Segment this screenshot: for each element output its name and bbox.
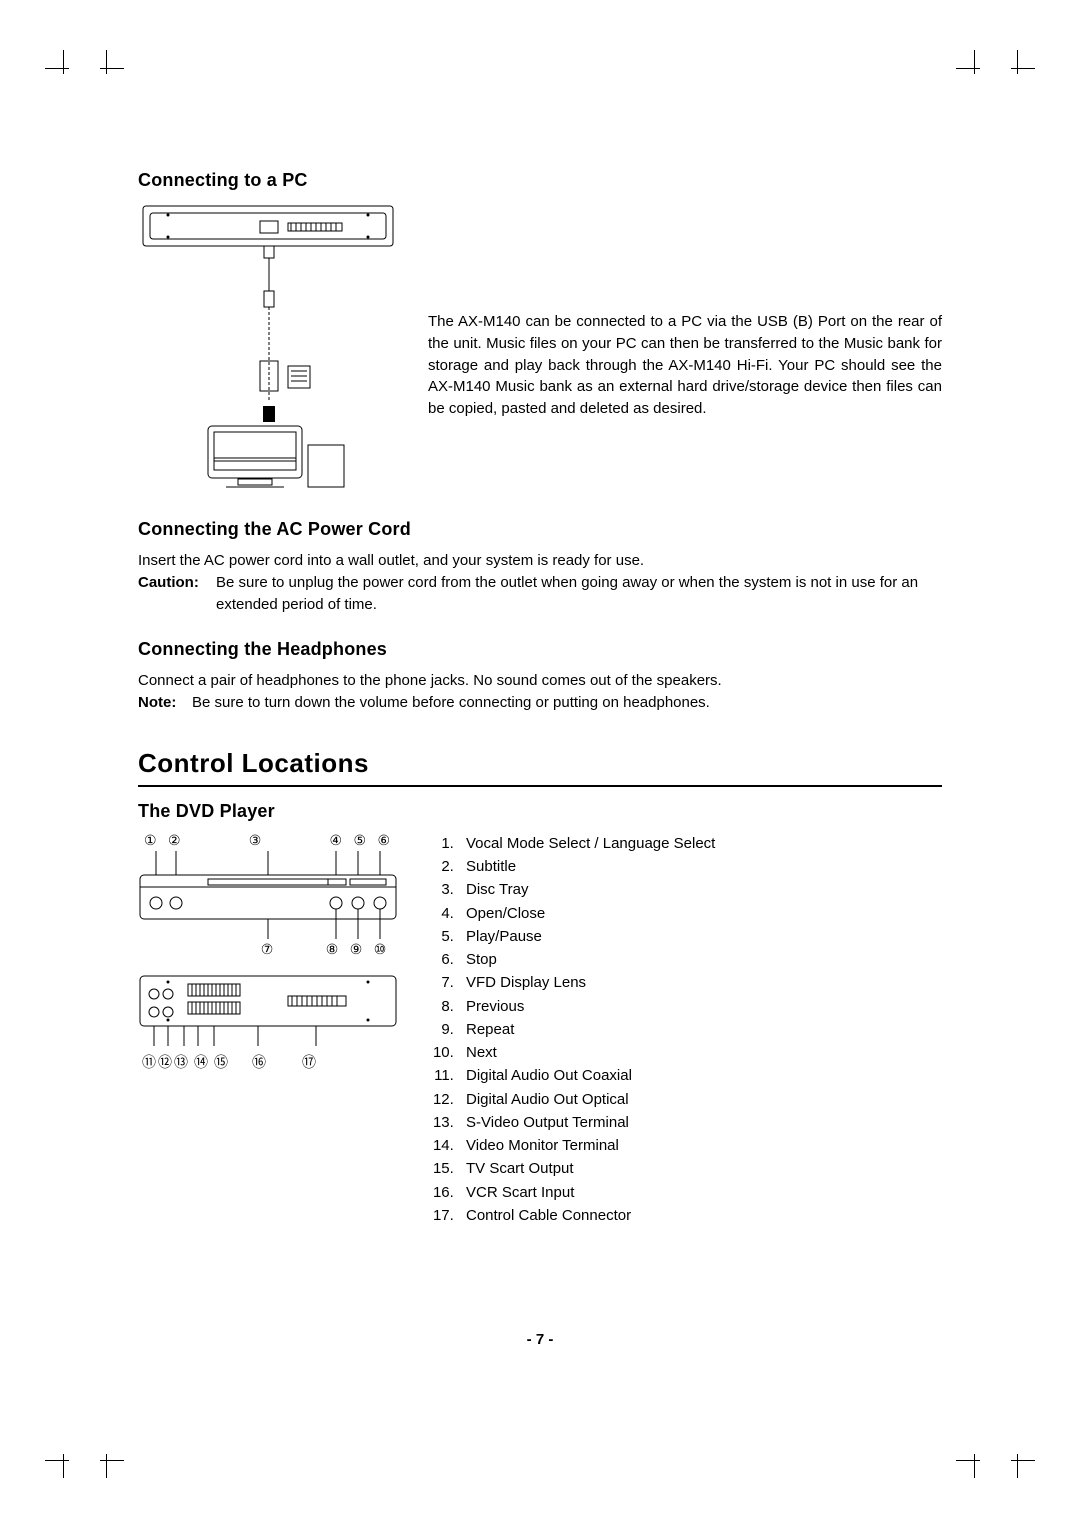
caution-body: Be sure to unplug the power cord from th… [216,572,942,616]
list-item: Vocal Mode Select / Language Select [458,832,942,855]
ac-line1: Insert the AC power cord into a wall out… [138,550,942,572]
page-number: - 7 - [0,1331,1080,1348]
callout-8: ⑧ [320,941,344,958]
note-body: Be sure to turn down the volume before c… [192,692,942,714]
callouts-mid-row: ⑦ ⑧ ⑨ ⑩ [138,941,398,972]
crop-mark [999,1442,1035,1478]
callouts-back-row: ⑪ ⑫ ⑬ ⑭ ⑮ ⑯ ⑰ [138,1052,398,1072]
heading-dvd-player: The DVD Player [138,801,942,822]
list-item: VFD Display Lens [458,971,942,994]
pc-description: The AX-M140 can be connected to a PC via… [428,201,942,420]
pc-connection-diagram [138,201,398,491]
list-item: Subtitle [458,855,942,878]
callout-13: ⑬ [174,1052,194,1072]
callout-2: ② [168,832,192,849]
page-content: Connecting to a PC [138,170,942,1227]
callout-4: ④ [320,832,344,849]
callout-6: ⑥ [368,832,392,849]
hp-note: Note: Be sure to turn down the volume be… [138,692,942,714]
manual-page: Connecting to a PC [0,0,1080,1528]
list-item: S-Video Output Terminal [458,1111,942,1134]
heading-ac-cord: Connecting the AC Power Cord [138,519,942,540]
list-item: Play/Pause [458,925,942,948]
crop-mark [88,1442,124,1478]
dvd-control-list: Vocal Mode Select / Language Select Subt… [428,832,942,1227]
crop-mark [45,1442,81,1478]
hp-line1: Connect a pair of headphones to the phon… [138,670,942,692]
callouts-top-row: ① ② ③ ④ ⑤ ⑥ [138,832,398,851]
crop-mark [88,50,124,86]
list-item: VCR Scart Input [458,1181,942,1204]
dvd-front-diagram [138,851,398,941]
caution-label: Caution: [138,572,208,616]
ac-caution: Caution: Be sure to unplug the power cor… [138,572,942,616]
heading-connecting-pc: Connecting to a PC [138,170,942,191]
callout-17: ⑰ [284,1052,334,1072]
note-label: Note: [138,692,184,714]
crop-mark [956,1442,992,1478]
callout-1: ① [144,832,168,849]
callout-10: ⑩ [368,941,392,958]
callout-14: ⑭ [194,1052,214,1072]
callout-9: ⑨ [344,941,368,958]
list-item: Digital Audio Out Coaxial [458,1064,942,1087]
dvd-diagrams: ① ② ③ ④ ⑤ ⑥ [138,832,398,1072]
callout-16: ⑯ [234,1052,284,1072]
list-item: Previous [458,995,942,1018]
callout-15: ⑮ [214,1052,234,1072]
crop-mark [956,50,992,86]
callout-12: ⑫ [158,1052,174,1072]
crop-mark [45,50,81,86]
list-item: TV Scart Output [458,1157,942,1180]
list-item: Next [458,1041,942,1064]
heading-control-locations: Control Locations [138,748,942,787]
ac-block: Insert the AC power cord into a wall out… [138,550,942,615]
list-item: Open/Close [458,902,942,925]
list-item: Disc Tray [458,878,942,901]
list-item: Video Monitor Terminal [458,1134,942,1157]
hp-block: Connect a pair of headphones to the phon… [138,670,942,714]
callout-5: ⑤ [344,832,368,849]
heading-headphones: Connecting the Headphones [138,639,942,660]
callout-3: ③ [192,832,320,849]
list-item: Stop [458,948,942,971]
list-item: Control Cable Connector [458,1204,942,1227]
list-item: Repeat [458,1018,942,1041]
dvd-block: ① ② ③ ④ ⑤ ⑥ [138,832,942,1227]
pc-block: The AX-M140 can be connected to a PC via… [138,201,942,491]
crop-mark [999,50,1035,86]
callout-7: ⑦ [144,941,320,958]
dvd-back-diagram [138,972,398,1052]
callout-11: ⑪ [142,1052,158,1072]
list-item: Digital Audio Out Optical [458,1088,942,1111]
